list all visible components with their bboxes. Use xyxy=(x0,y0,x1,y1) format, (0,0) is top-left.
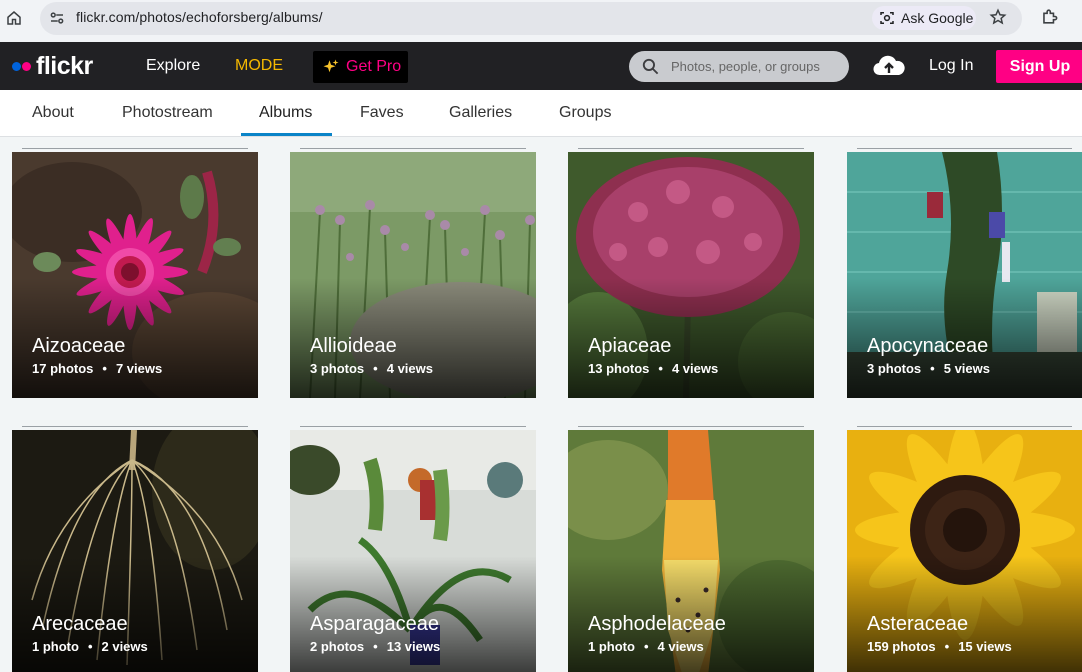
search-icon xyxy=(642,58,659,75)
album-stack-edge xyxy=(22,148,248,149)
meta-separator: • xyxy=(373,361,378,376)
album-card-apiaceae[interactable]: Apiaceae 13 photos • 4 views xyxy=(568,152,814,398)
search-box[interactable] xyxy=(629,51,849,82)
album-view-count: 4 views xyxy=(671,361,719,376)
album-photo-count: 1 photo xyxy=(588,639,635,654)
album-meta: 159 photos • 15 views xyxy=(867,639,1012,654)
album-title: Arecaceae xyxy=(32,613,128,635)
album-stack-edge xyxy=(22,426,248,427)
album-title: Aizoaceae xyxy=(32,335,126,357)
google-lens-icon xyxy=(880,12,894,24)
tab-albums[interactable]: Albums xyxy=(259,104,312,122)
album-photo-count: 159 photos xyxy=(867,639,936,654)
album-stack-edge xyxy=(578,148,804,149)
album-card-asparagaceae[interactable]: Asparagaceae 2 photos • 13 views xyxy=(290,430,536,672)
url-text[interactable]: flickr.com/photos/echoforsberg/albums/ xyxy=(76,9,323,25)
album-view-count: 5 views xyxy=(943,361,990,376)
album-view-count: 7 views xyxy=(115,361,163,376)
meta-separator: • xyxy=(87,639,93,654)
album-title: Asparagaceae xyxy=(310,613,439,635)
get-pro-label: Get Pro xyxy=(346,58,402,75)
album-meta: 1 photo • 4 views xyxy=(588,639,704,654)
upload-cloud-icon[interactable] xyxy=(872,53,906,79)
flickr-header: flickr Explore MODE Get Pro Log In Sign … xyxy=(0,42,1082,90)
nav-mode[interactable]: MODE xyxy=(235,57,283,75)
album-card-allioideae[interactable]: Allioideae 3 photos • 4 views xyxy=(290,152,536,398)
meta-separator: • xyxy=(944,639,950,654)
album-title: Asphodelaceae xyxy=(588,613,726,635)
album-title: Allioideae xyxy=(310,335,397,357)
album-card-asteraceae[interactable]: Asteraceae 159 photos • 15 views xyxy=(847,430,1082,672)
meta-separator: • xyxy=(658,361,663,376)
album-photo-count: 3 photos xyxy=(867,361,922,376)
extensions-icon[interactable] xyxy=(1040,7,1059,26)
active-tab-indicator xyxy=(241,133,332,136)
album-meta: 3 photos • 4 views xyxy=(310,361,433,376)
signup-button[interactable]: Sign Up xyxy=(996,50,1082,83)
logo-text: flickr xyxy=(36,51,93,80)
album-meta: 1 photo • 2 views xyxy=(32,639,148,654)
album-stack-edge xyxy=(300,148,526,149)
album-meta: 13 photos • 4 views xyxy=(588,361,718,376)
logo-dot-blue xyxy=(12,61,21,71)
album-photo-count: 2 photos xyxy=(310,639,365,654)
browser-toolbar: flickr.com/photos/echoforsberg/albums/ A… xyxy=(0,0,1082,42)
tab-faves[interactable]: Faves xyxy=(360,104,404,122)
album-title: Apiaceae xyxy=(588,335,672,357)
album-view-count: 13 views xyxy=(386,639,441,654)
home-icon[interactable] xyxy=(5,9,23,27)
bookmark-star-icon[interactable] xyxy=(989,8,1007,26)
album-meta: 2 photos • 13 views xyxy=(310,639,440,654)
profile-subnav: About Photostream Albums Faves Galleries… xyxy=(0,90,1082,137)
album-photo-count: 3 photos xyxy=(310,361,365,376)
album-title: Asteraceae xyxy=(867,613,969,635)
album-stack-edge xyxy=(300,426,526,427)
flickr-logo[interactable]: flickr xyxy=(12,52,93,80)
ask-google-label: Ask Google xyxy=(901,10,974,26)
nav-explore[interactable]: Explore xyxy=(146,57,200,75)
get-pro-button[interactable]: Get Pro xyxy=(313,51,408,83)
album-photo-count: 13 photos xyxy=(588,361,650,376)
tab-groups[interactable]: Groups xyxy=(559,104,611,122)
album-title: Apocynaceae xyxy=(867,335,989,357)
album-view-count: 15 views xyxy=(958,639,1012,654)
meta-separator: • xyxy=(373,639,378,654)
sparkle-icon xyxy=(323,59,339,73)
album-view-count: 4 views xyxy=(657,639,704,654)
tab-galleries[interactable]: Galleries xyxy=(449,104,512,122)
album-stack-edge xyxy=(578,426,804,427)
album-card-apocynaceae[interactable]: Apocynaceae 3 photos • 5 views xyxy=(847,152,1082,398)
album-photo-count: 1 photo xyxy=(32,639,79,654)
album-card-arecaceae[interactable]: Arecaceae 1 photo • 2 views xyxy=(12,430,258,672)
album-card-aizoaceae[interactable]: Aizoaceae 17 photos • 7 views xyxy=(12,152,258,398)
album-stack-edge xyxy=(857,148,1072,149)
logo-dot-pink xyxy=(22,61,31,71)
album-view-count: 2 views xyxy=(101,639,148,654)
album-photo-count: 17 photos xyxy=(32,361,94,376)
album-view-count: 4 views xyxy=(386,361,433,376)
tab-about[interactable]: About xyxy=(32,104,74,122)
meta-separator: • xyxy=(930,361,935,376)
album-card-asphodelaceae[interactable]: Asphodelaceae 1 photo • 4 views xyxy=(568,430,814,672)
login-link[interactable]: Log In xyxy=(929,57,973,75)
meta-separator: • xyxy=(102,361,107,376)
search-input[interactable] xyxy=(671,56,841,77)
album-meta: 3 photos • 5 views xyxy=(867,361,990,376)
ask-google-button[interactable]: Ask Google xyxy=(872,6,976,30)
album-stack-edge xyxy=(857,426,1072,427)
album-meta: 17 photos • 7 views xyxy=(32,361,162,376)
site-info-icon[interactable] xyxy=(48,9,66,27)
meta-separator: • xyxy=(643,639,649,654)
tab-photostream[interactable]: Photostream xyxy=(122,104,213,122)
